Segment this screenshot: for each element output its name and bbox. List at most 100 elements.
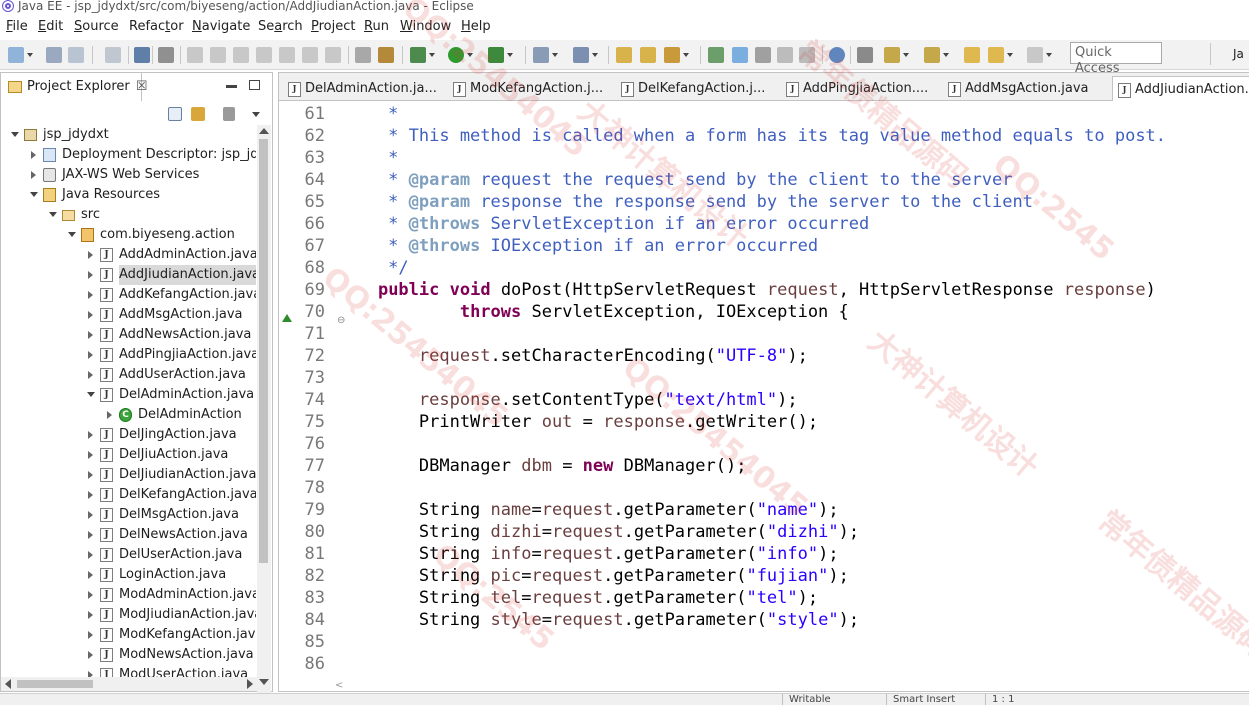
code-line[interactable]: String info=request.getParameter("info")… bbox=[337, 543, 839, 565]
menu-refactor[interactable]: Refactor bbox=[125, 16, 188, 38]
code-line[interactable]: throws ServletException, IOException { bbox=[337, 301, 849, 323]
expand-arrow-closed-icon[interactable] bbox=[86, 445, 96, 465]
menu-source[interactable]: Source bbox=[70, 16, 123, 38]
forward-icon[interactable] bbox=[1027, 47, 1052, 63]
editor-tab[interactable]: AddPingjiaAction.... bbox=[781, 76, 940, 101]
expand-arrow-open-icon[interactable] bbox=[86, 385, 96, 405]
tree-item[interactable]: JAX-WS Web Services bbox=[1, 165, 256, 185]
resume-icon[interactable] bbox=[187, 47, 203, 63]
code-line[interactable]: * @throws ServletException if an error o… bbox=[337, 213, 869, 235]
show-source-icon[interactable] bbox=[799, 47, 815, 63]
expand-arrow-closed-icon[interactable] bbox=[86, 665, 96, 677]
print-icon[interactable] bbox=[105, 47, 121, 63]
new-server-icon[interactable] bbox=[533, 47, 558, 63]
code-line[interactable]: String dizhi=request.getParameter("dizhi… bbox=[337, 521, 859, 543]
expand-arrow-open-icon[interactable] bbox=[29, 185, 39, 205]
expand-arrow-closed-icon[interactable] bbox=[29, 165, 39, 185]
tree-item[interactable]: J DelAdminAction.java bbox=[1, 385, 256, 405]
expand-arrow-closed-icon[interactable] bbox=[86, 605, 96, 625]
expand-arrow-closed-icon[interactable] bbox=[86, 305, 96, 325]
menu-help[interactable]: Help bbox=[457, 16, 495, 38]
menu-project[interactable]: Project bbox=[307, 16, 360, 38]
editor-tab[interactable]: AddJiudianAction.... bbox=[1112, 76, 1249, 101]
use-step-filters-icon[interactable] bbox=[378, 47, 394, 63]
tree-item[interactable]: J AddNewsAction.java bbox=[1, 325, 256, 345]
code-line[interactable]: * @throws IOException if an error occurr… bbox=[337, 235, 818, 257]
tree-item[interactable]: J ModJiudianAction.java bbox=[1, 605, 256, 625]
menu-edit[interactable]: Edit bbox=[34, 16, 67, 38]
tree-item[interactable]: J DelKefangAction.java bbox=[1, 485, 256, 505]
step-into-icon[interactable] bbox=[279, 47, 295, 63]
view-menu-icon[interactable] bbox=[252, 112, 260, 117]
expand-arrow-open-icon[interactable] bbox=[67, 225, 77, 245]
project-explorer-tab[interactable]: Project Explorer ☒ bbox=[1, 73, 147, 101]
step-return-icon[interactable] bbox=[325, 47, 341, 63]
tree-item[interactable]: J DelJiuAction.java bbox=[1, 445, 256, 465]
expand-arrow-closed-icon[interactable] bbox=[86, 485, 96, 505]
toggle-block-selection-icon[interactable] bbox=[755, 47, 771, 63]
menu-navigate[interactable]: Navigate bbox=[188, 16, 254, 38]
code-line[interactable]: */ bbox=[337, 257, 408, 279]
scroll-right-icon[interactable] bbox=[247, 679, 253, 689]
scroll-left-icon[interactable] bbox=[5, 679, 11, 689]
editor-tab[interactable]: AddMsgAction.java bbox=[943, 76, 1109, 101]
expand-arrow-closed-icon[interactable] bbox=[86, 365, 96, 385]
save-all-icon[interactable] bbox=[68, 47, 84, 63]
scroll-thumb[interactable] bbox=[259, 139, 268, 563]
previous-annotation-icon[interactable] bbox=[924, 47, 949, 63]
expand-arrow-closed-icon[interactable] bbox=[86, 625, 96, 645]
run-server-icon[interactable] bbox=[488, 47, 513, 63]
minimize-icon[interactable] bbox=[226, 85, 237, 88]
back-icon[interactable] bbox=[988, 47, 1013, 63]
tree-item[interactable]: com.biyeseng.action bbox=[1, 225, 256, 245]
disconnect-icon[interactable] bbox=[256, 47, 272, 63]
tree-item[interactable]: src bbox=[1, 205, 256, 225]
tree-item[interactable]: J DelUserAction.java bbox=[1, 545, 256, 565]
debug-icon[interactable] bbox=[410, 47, 435, 63]
open-task-icon[interactable] bbox=[640, 47, 656, 63]
suspend-icon[interactable] bbox=[210, 47, 226, 63]
expand-arrow-closed-icon[interactable] bbox=[86, 465, 96, 485]
expand-arrow-closed-icon[interactable] bbox=[105, 405, 115, 425]
code-line[interactable]: response.setContentType("text/html"); bbox=[337, 389, 798, 411]
collapse-all-icon[interactable] bbox=[168, 107, 182, 121]
search-icon[interactable] bbox=[664, 47, 689, 63]
tree-item[interactable]: J LoginAction.java bbox=[1, 565, 256, 585]
toggle-mark-occurrences-icon[interactable] bbox=[732, 47, 748, 63]
code-line[interactable]: * This method is called when a form has … bbox=[337, 125, 1166, 147]
expand-arrow-closed-icon[interactable] bbox=[86, 425, 96, 445]
tree-item[interactable]: J DelJingAction.java bbox=[1, 425, 256, 445]
pin-editor-icon[interactable] bbox=[857, 47, 873, 63]
code-line[interactable]: * bbox=[337, 147, 398, 169]
tree-item[interactable]: J DelNewsAction.java bbox=[1, 525, 256, 545]
expand-arrow-closed-icon[interactable] bbox=[86, 545, 96, 565]
scroll-up-icon[interactable] bbox=[259, 128, 269, 134]
editor-tab[interactable]: DelKefangAction.j... bbox=[616, 76, 778, 101]
tree-item[interactable]: J ModAdminAction.java bbox=[1, 585, 256, 605]
explorer-horizontal-scrollbar[interactable] bbox=[1, 677, 257, 691]
scroll-down-icon[interactable] bbox=[259, 679, 269, 685]
code-line[interactable]: * @param request the request send by the… bbox=[337, 169, 1012, 191]
menu-run[interactable]: Run bbox=[360, 16, 393, 38]
code-line[interactable]: PrintWriter out = response.getWriter(); bbox=[337, 411, 818, 433]
expand-arrow-closed-icon[interactable] bbox=[86, 645, 96, 665]
tree-item[interactable]: J AddJiudianAction.java bbox=[1, 265, 256, 285]
expand-arrow-closed-icon[interactable] bbox=[86, 565, 96, 585]
code-line[interactable]: String name=request.getParameter("name")… bbox=[337, 499, 839, 521]
code-line[interactable]: * @param response the response send by t… bbox=[337, 191, 1033, 213]
tree-item[interactable]: J DelMsgAction.java bbox=[1, 505, 256, 525]
editor-horizontal-scrollbar[interactable]: < bbox=[333, 677, 1249, 691]
step-over-icon[interactable] bbox=[302, 47, 318, 63]
expand-arrow-closed-icon[interactable] bbox=[86, 585, 96, 605]
code-area[interactable]: * * This method is called when a form ha… bbox=[337, 102, 1249, 677]
code-line[interactable]: request.setCharacterEncoding("UTF-8"); bbox=[337, 345, 808, 367]
code-line[interactable]: public void doPost(HttpServletRequest re… bbox=[337, 279, 1156, 301]
override-marker-icon[interactable] bbox=[282, 314, 292, 322]
last-edit-location-icon[interactable] bbox=[964, 47, 980, 63]
menu-search[interactable]: Search bbox=[254, 16, 307, 38]
quick-access-input[interactable]: Quick Access bbox=[1070, 42, 1162, 76]
terminate-icon[interactable] bbox=[233, 47, 249, 63]
show-whitespace-icon[interactable] bbox=[777, 47, 793, 63]
tree-item[interactable]: Deployment Descriptor: jsp_jdyd bbox=[1, 145, 256, 165]
tree-item[interactable]: J ModNewsAction.java bbox=[1, 645, 256, 665]
